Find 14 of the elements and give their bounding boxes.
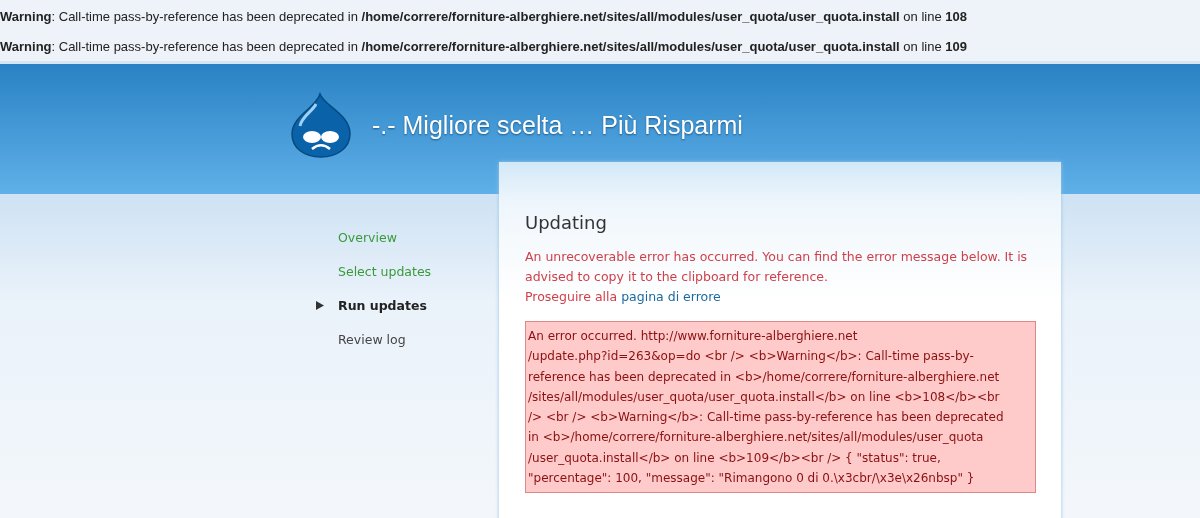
page-title: Updating — [525, 212, 608, 233]
task-step: Select updates — [316, 262, 499, 280]
error-details: An error occurred. http://www.forniture-alberghiere.net /update.php?id=263&op=do <br /> <b>Warning</b>: Call-time pass-by- reference has been deprecated in <b>/home/correre/forniture-alberghiere.net /sites/all/modules/user_quota/user_quota.install</b> on line <b>108</b><br /> <br /> <b>Warning</b>: Call-time pass-by-reference has been deprecated in <b>/home/correre/forniture-alberghiere.net/sites/all/modules/user_quota /user_quota.install</b> on line <b>109</b><br /> { "status": true, "percentage": 100, "message": "Rimangono 0 di 0.\x3cbr/\x3e\x26nbsp" } — [525, 321, 1036, 494]
continue-text: Proseguire alla pagina di errore — [525, 288, 722, 306]
drop-logo-icon — [290, 92, 352, 158]
warning-message: Warning: Call-time pass-by-reference has been deprecated in /home/correre/forniture-alberghiere.net/sites/all/modules/user_quota/user_quota.install on line 108 — [0, 8, 968, 26]
error-message: An unrecoverable error has occurred. You can find the error message below. It is advised to copy it to the clipboard for reference. — [525, 248, 1029, 286]
site-title: -.- Migliore scelta … Più Risparmi — [372, 110, 743, 140]
task-step: Run updates — [316, 296, 499, 314]
task-step: Review log — [316, 330, 499, 348]
warning-message: Warning: Call-time pass-by-reference has been deprecated in /home/correre/forniture-alberghiere.net/sites/all/modules/user_quota/user_quota.install on line 109 — [0, 38, 968, 56]
error-page-link[interactable]: pagina di errore — [621, 289, 721, 304]
task-step: Overview — [316, 228, 499, 246]
arrow-icon — [316, 300, 324, 310]
